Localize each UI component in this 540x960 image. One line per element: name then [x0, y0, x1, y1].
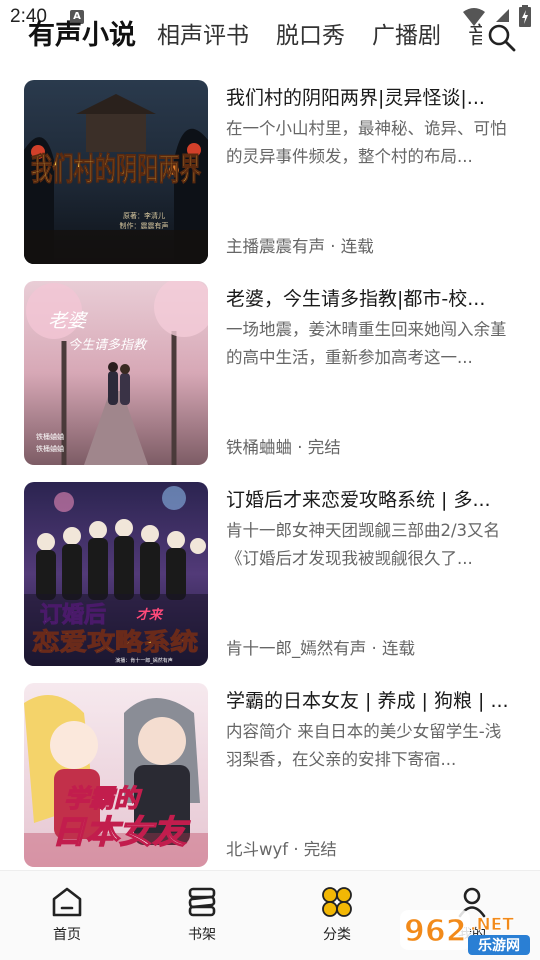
book-description: 肯十一郎女神天团觊觎三部曲2/3又名《订婚后才发现我被觊觎很久了...	[226, 521, 501, 568]
bookshelf-icon	[188, 887, 216, 917]
book-title[interactable]: 我们村的阴阳两界|灵异怪谈|...	[226, 85, 518, 111]
cover-tag-text: 才来	[136, 607, 164, 623]
search-button[interactable]	[486, 22, 518, 54]
book-cover[interactable]: 学霸的 日本女友	[24, 683, 208, 867]
book-item[interactable]: 老婆 今生请多指教 铁桶蛐蛐 铁桶蛐蛐 老婆，今生请多指教|都市-校... 一场…	[0, 281, 540, 467]
cover-title-text: 老婆	[48, 310, 89, 332]
book-meta: 铁桶蛐蛐 · 完结	[226, 438, 341, 457]
watermark-tld: .NET	[470, 915, 514, 935]
tab-radio-drama[interactable]: 广播剧	[372, 14, 441, 58]
book-description: 一场地震，姜沐晴重生回来她闯入余堇的高中生活，重新参加高考这一...	[226, 320, 507, 367]
tab-audio-novel[interactable]: 有声小说	[28, 14, 136, 58]
category-icon	[322, 887, 352, 917]
cover-credit-text: 铁桶蛐蛐	[36, 432, 64, 441]
book-description: 内容简介 来自日本的美少女留学生-浅羽梨香，在父亲的安排下寄宿...	[226, 722, 502, 769]
nav-home-label: 首页	[53, 927, 81, 943]
cover-subtitle-text: 恋爱攻略系统	[32, 628, 198, 656]
book-cover[interactable]: 订婚后 才来 恋爱攻略系统 演播：肯十一郎_嫣然有声	[24, 482, 208, 666]
cover-title-text: 学霸的	[64, 784, 143, 813]
search-icon	[488, 24, 516, 52]
book-item[interactable]: 我们村的阴阳两界 原著：李清儿 制作：震震有声 我们村的阴阳两界|灵异怪谈|..…	[0, 80, 540, 266]
cover-subtitle-text: 今生请多指教	[68, 337, 148, 353]
cover-subtitle-text: 日本女友	[52, 813, 190, 851]
category-tabs: 有声小说 相声评书 脱口秀 广播剧 音	[0, 14, 540, 60]
tab-talk-show[interactable]: 脱口秀	[276, 14, 345, 58]
book-item[interactable]: 订婚后 才来 恋爱攻略系统 演播：肯十一郎_嫣然有声 订婚后才来恋爱攻略系统 |…	[0, 482, 540, 668]
book-meta: 北斗wyf · 完结	[226, 840, 337, 859]
book-title[interactable]: 老婆，今生请多指教|都市-校...	[226, 286, 518, 312]
cover-title-text: 订婚后	[40, 602, 106, 628]
book-title[interactable]: 学霸的日本女友 | 养成 | 狗粮 | ...	[226, 688, 518, 714]
watermark-number: 962	[404, 914, 467, 949]
tab-music[interactable]: 音	[468, 14, 482, 58]
cover-author-text: 原著：李清儿	[123, 211, 165, 220]
book-title[interactable]: 订婚后才来恋爱攻略系统 | 多...	[226, 487, 518, 513]
cover-credit-text: 铁桶蛐蛐	[36, 444, 64, 453]
nav-category-label: 分类	[323, 927, 351, 943]
book-meta: 主播震震有声 · 连载	[226, 237, 374, 256]
book-meta: 肯十一郎_嫣然有声 · 连载	[226, 639, 415, 658]
cover-title-text: 我们村的阴阳两界	[31, 152, 201, 188]
book-cover[interactable]: 我们村的阴阳两界 原著：李清儿 制作：震震有声	[24, 80, 208, 264]
book-cover[interactable]: 老婆 今生请多指教 铁桶蛐蛐 铁桶蛐蛐	[24, 281, 208, 465]
watermark-site: 乐游网	[478, 937, 520, 954]
book-item[interactable]: 学霸的 日本女友 学霸的日本女友 | 养成 | 狗粮 | ... 内容简介 来自…	[0, 683, 540, 869]
cover-producer-text: 制作：震震有声	[120, 221, 169, 230]
nav-bookshelf[interactable]: 书架	[157, 885, 247, 951]
nav-category[interactable]: 分类	[292, 885, 382, 951]
nav-bookshelf-label: 书架	[188, 927, 216, 943]
nav-home[interactable]: 首页	[22, 885, 112, 951]
tab-crosstalk-storytelling[interactable]: 相声评书	[157, 14, 249, 58]
home-icon	[52, 887, 82, 917]
book-description: 在一个小山村里，最神秘、诡异、可怕的灵异事件频发，整个村的布局...	[226, 119, 507, 166]
site-watermark: 962 .NET 乐游网	[398, 906, 534, 958]
cover-credit-text: 演播：肯十一郎_嫣然有声	[115, 657, 173, 664]
